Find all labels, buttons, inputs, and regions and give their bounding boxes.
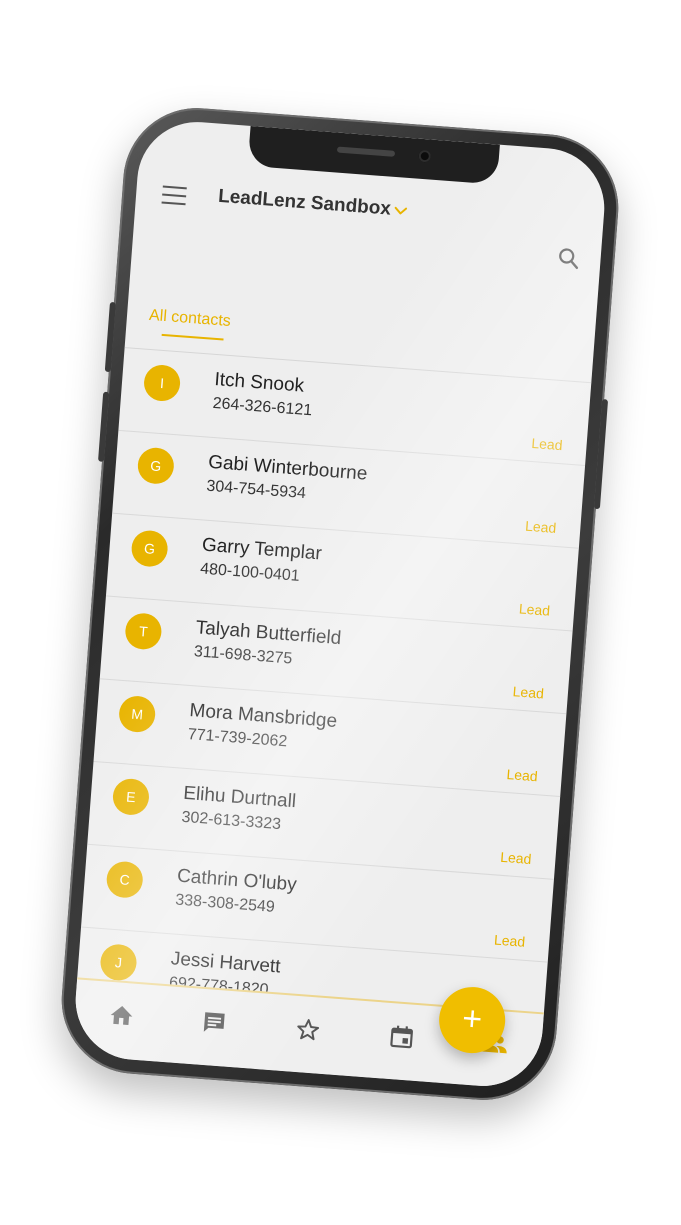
workspace-title[interactable]: LeadLenz Sandbox [217, 186, 391, 221]
contact-name: Jessi Harvett [170, 948, 282, 978]
stage: LeadLenz Sandbox All contacts I Itch Sno… [0, 0, 681, 1225]
contact-name: Cathrin O'luby [176, 865, 298, 896]
nav-home[interactable] [105, 1000, 137, 1032]
avatar: T [124, 612, 163, 651]
front-camera [418, 149, 432, 163]
lead-badge: Lead [505, 765, 539, 785]
lead-badge: Lead [524, 517, 557, 536]
nav-favorites[interactable] [292, 1014, 324, 1046]
contact-list: I Itch Snook 264-326-6121 Lead G Gabi Wi… [75, 348, 592, 1044]
contact-phone: 311-698-3275 [193, 643, 293, 668]
lead-badge: Lead [518, 600, 551, 619]
app-screen: LeadLenz Sandbox All contacts I Itch Sno… [71, 117, 609, 1091]
lead-badge: Lead [493, 931, 526, 950]
lead-badge: Lead [499, 848, 533, 868]
contact-name: Elihu Durtnall [182, 782, 297, 813]
contact-name: Itch Snook [213, 368, 305, 397]
contact-phone: 302-613-3323 [180, 808, 282, 834]
speaker-grille [336, 146, 396, 157]
chevron-down-icon[interactable] [391, 201, 410, 220]
lead-badge: Lead [530, 434, 564, 454]
nav-messages[interactable] [199, 1007, 231, 1039]
avatar: J [99, 943, 138, 982]
contact-phone: 771-739-2062 [187, 725, 288, 751]
phone-mockup: LeadLenz Sandbox All contacts I Itch Sno… [56, 102, 624, 1106]
message-icon [204, 1012, 226, 1032]
contact-name: Garry Templar [201, 534, 323, 565]
search-icon[interactable] [556, 245, 582, 271]
avatar: G [136, 446, 176, 486]
lead-badge: Lead [512, 683, 545, 702]
avatar: I [142, 363, 182, 403]
avatar: M [117, 694, 157, 734]
active-tab-indicator [161, 333, 224, 341]
tab-all-contacts[interactable]: All contacts [148, 307, 231, 331]
contact-phone: 264-326-6121 [212, 394, 313, 420]
app-header: LeadLenz Sandbox [133, 174, 604, 271]
contact-phone: 480-100-0401 [199, 560, 301, 585]
home-icon [110, 1006, 133, 1025]
hamburger-menu-icon[interactable] [161, 185, 187, 206]
calendar-icon [389, 1025, 413, 1049]
avatar: C [105, 860, 145, 899]
nav-calendar[interactable] [385, 1021, 417, 1053]
avatar: E [111, 777, 151, 817]
contact-phone: 338-308-2549 [174, 891, 276, 916]
star-icon [297, 1019, 320, 1041]
avatar: G [130, 529, 169, 568]
contact-phone: 304-754-5934 [205, 477, 307, 503]
